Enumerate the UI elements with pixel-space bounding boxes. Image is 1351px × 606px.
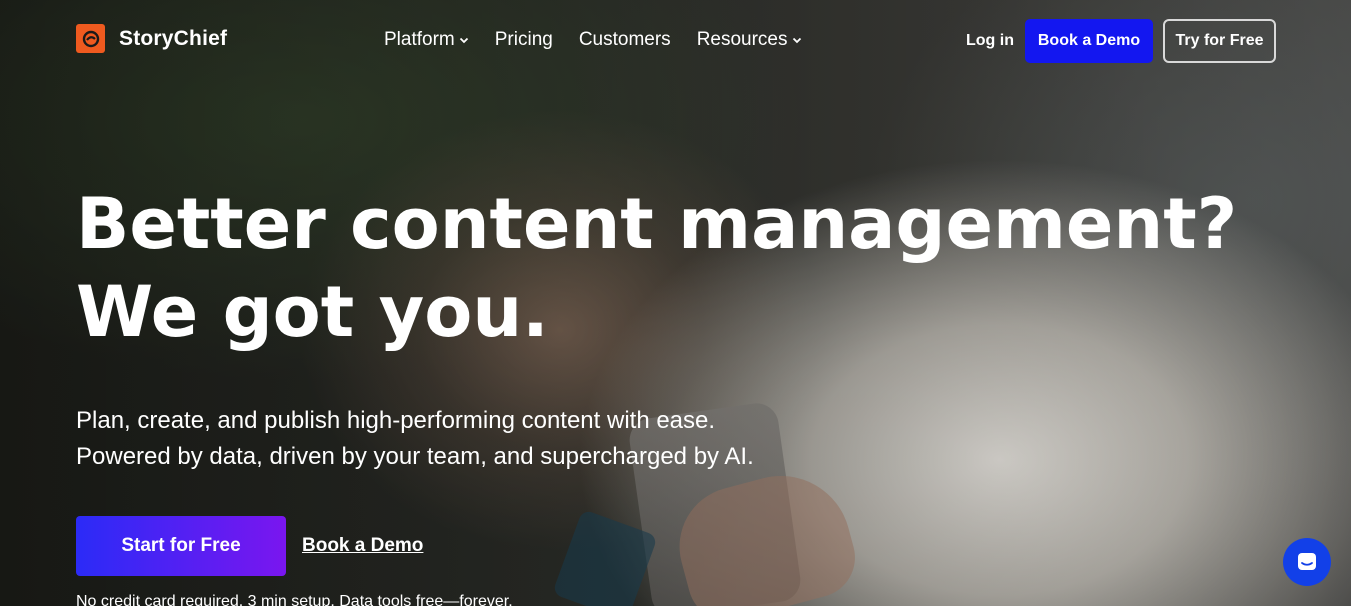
hero-subheadline: Plan, create, and publish high-performin… xyxy=(76,403,754,475)
nav-customers[interactable]: Customers xyxy=(579,29,671,51)
brand-name: StoryChief xyxy=(119,26,228,50)
main-menu: Platform Pricing Customers Resources xyxy=(384,29,802,51)
nav-platform[interactable]: Platform xyxy=(384,29,469,51)
hero-headline: Better content management? We got you. xyxy=(76,180,1237,356)
nav-pricing-label: Pricing xyxy=(494,29,553,50)
brand-logo[interactable]: StoryChief xyxy=(76,24,227,53)
hero-fineprint: No credit card required. 3 min setup. Da… xyxy=(76,593,513,606)
nav-pricing[interactable]: Pricing xyxy=(495,29,553,51)
chat-bubble-icon xyxy=(1298,553,1316,570)
storychief-logo-icon xyxy=(76,24,105,53)
chevron-down-icon xyxy=(459,37,468,44)
nav-platform-label: Platform xyxy=(384,29,455,50)
nav-customers-label: Customers xyxy=(578,29,671,50)
hero-headline-line1: Better content management? xyxy=(76,183,1238,265)
login-link[interactable]: Log in xyxy=(966,32,1014,50)
top-navigation: StoryChief Platform Pricing Customers Re… xyxy=(0,0,1351,82)
nav-resources-label: Resources xyxy=(696,29,788,50)
chevron-down-icon xyxy=(792,37,801,44)
hero-subheadline-line2: Powered by data, driven by your team, an… xyxy=(76,443,754,470)
book-demo-button[interactable]: Book a Demo xyxy=(1025,19,1153,63)
chat-launcher-button[interactable] xyxy=(1283,538,1331,586)
hero-headline-line2: We got you. xyxy=(76,271,549,353)
nav-resources[interactable]: Resources xyxy=(697,29,802,51)
try-free-button[interactable]: Try for Free xyxy=(1163,19,1276,63)
hero-subheadline-line1: Plan, create, and publish high-performin… xyxy=(76,407,716,434)
book-demo-link[interactable]: Book a Demo xyxy=(302,535,423,557)
start-free-button[interactable]: Start for Free xyxy=(76,516,286,576)
